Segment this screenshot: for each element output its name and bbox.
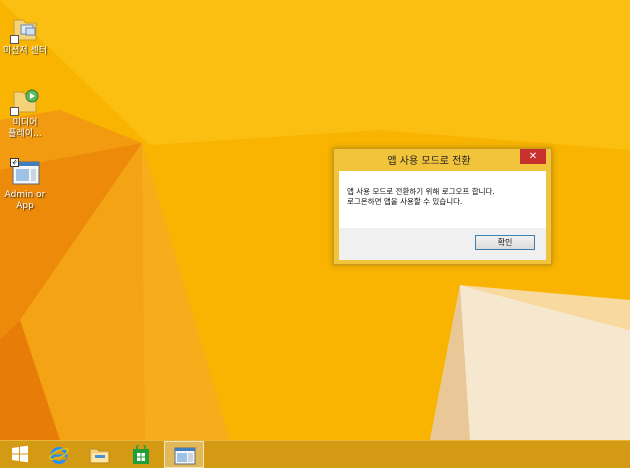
ok-button[interactable]: 확인 <box>475 235 535 250</box>
desktop: 미션저 센터 미디어 플레이... ✓ Admin or App 앱 사용 모드… <box>0 0 630 468</box>
dialog-message-line: 앱 사용 모드로 전환하기 위해 로그오프 합니다. <box>347 187 495 196</box>
taskbar-store[interactable] <box>123 441 159 468</box>
start-button[interactable] <box>2 441 38 468</box>
desktop-icon-label: 미션저 센터 <box>2 46 48 56</box>
dialog-footer: 확인 <box>339 228 546 260</box>
dialog-message-line: 로그온하면 앱을 사용할 수 있습니다. <box>347 197 463 206</box>
store-icon <box>133 445 149 464</box>
desktop-icon-admin-app[interactable]: ✓ Admin or App <box>0 158 53 212</box>
admin-app-window-icon: ✓ <box>10 158 40 188</box>
dialog-title: 앱 사용 모드로 전환 <box>387 156 471 167</box>
close-button[interactable]: ✕ <box>520 149 546 164</box>
sync-center-folder-icon <box>10 14 40 44</box>
taskbar-internet-explorer[interactable] <box>40 441 76 468</box>
desktop-icon-sync-center[interactable]: 미션저 센터 <box>0 14 53 57</box>
taskbar <box>0 440 630 468</box>
taskbar-file-explorer[interactable] <box>80 441 116 468</box>
dialog-body: 앱 사용 모드로 전환하기 위해 로그오프 합니다. 로그온하면 앱을 사용할 … <box>339 171 546 260</box>
desktop-icon-label: Admin or App <box>4 190 46 211</box>
desktop-icon-label: 미디어 플레이... <box>8 118 42 139</box>
media-player-folder-icon <box>10 86 40 116</box>
windows-start-icon <box>12 445 28 463</box>
dialog-titlebar[interactable]: 앱 사용 모드로 전환 ✕ <box>334 149 551 170</box>
app-window-icon <box>174 447 196 465</box>
close-icon: ✕ <box>528 151 538 162</box>
desktop-icon-media-player[interactable]: 미디어 플레이... <box>0 86 53 140</box>
switch-app-mode-dialog: 앱 사용 모드로 전환 ✕ 앱 사용 모드로 전환하기 위해 로그오프 합니다.… <box>333 148 552 265</box>
file-explorer-icon <box>89 448 110 464</box>
taskbar-app-window[interactable] <box>164 441 204 468</box>
internet-explorer-icon <box>49 447 69 464</box>
dialog-message: 앱 사용 모드로 전환하기 위해 로그오프 합니다. 로그온하면 앱을 사용할 … <box>347 187 542 207</box>
